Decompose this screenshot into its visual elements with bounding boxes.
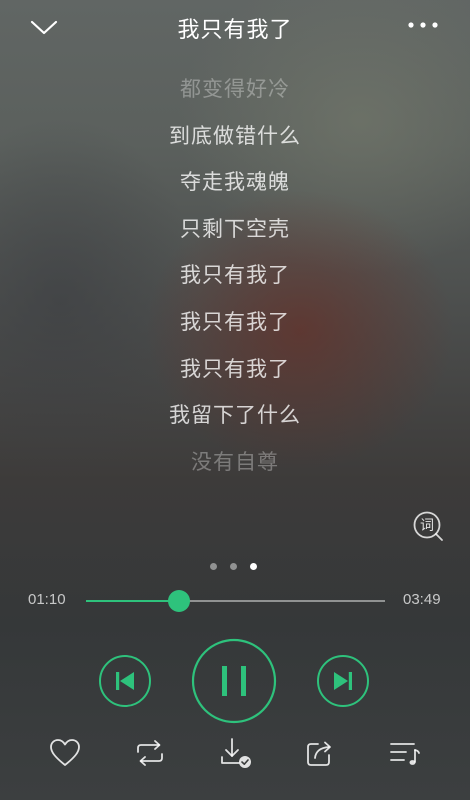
next-button[interactable] xyxy=(316,654,370,708)
lyrics-mode-label: 词 xyxy=(420,518,434,534)
top-bar: 我只有我了 xyxy=(0,0,470,56)
download-icon[interactable] xyxy=(217,735,253,771)
progress-fill xyxy=(86,600,179,602)
playlist-icon[interactable] xyxy=(387,735,423,771)
progress-thumb[interactable] xyxy=(168,590,190,612)
lyric-line: 没有自尊 xyxy=(191,449,279,474)
page-dot xyxy=(210,563,217,570)
skip-next-icon xyxy=(334,672,352,690)
current-time: 01:10 xyxy=(28,591,66,608)
pause-icon xyxy=(222,666,246,696)
lyric-line: 到底做错什么 xyxy=(169,123,301,148)
repeat-icon[interactable] xyxy=(132,735,168,771)
lyric-line: 我留下了什么 xyxy=(169,403,301,428)
lyric-line: 只剩下空壳 xyxy=(180,216,290,241)
skip-previous-icon xyxy=(116,672,134,690)
page-dot xyxy=(230,563,237,570)
page-dot xyxy=(250,563,257,570)
progress-bar[interactable] xyxy=(86,590,385,612)
lyrics-mode-icon[interactable]: 词 xyxy=(412,510,444,542)
share-icon[interactable] xyxy=(302,735,338,771)
previous-button[interactable] xyxy=(98,654,152,708)
total-time: 03:49 xyxy=(403,591,441,608)
lyrics-panel[interactable]: 都变得好冷 到底做错什么 夺走我魂魄 只剩下空壳 我只有我了 我只有我了 我只有我了 我留下了… xyxy=(0,66,470,485)
pause-button[interactable] xyxy=(191,638,277,724)
page-indicator xyxy=(210,563,260,573)
song-title: 我只有我了 xyxy=(177,18,293,43)
lyric-line: 都变得好冷 xyxy=(180,77,290,101)
more-dots-icon[interactable] xyxy=(405,18,441,32)
lyric-line: 我只有我了 xyxy=(180,263,290,288)
heart-icon[interactable] xyxy=(47,735,83,771)
lyric-line: 我只有我了 xyxy=(180,309,290,334)
lyric-line: 我只有我了 xyxy=(180,356,290,381)
lyric-line: 夺走我魂魄 xyxy=(180,170,290,195)
